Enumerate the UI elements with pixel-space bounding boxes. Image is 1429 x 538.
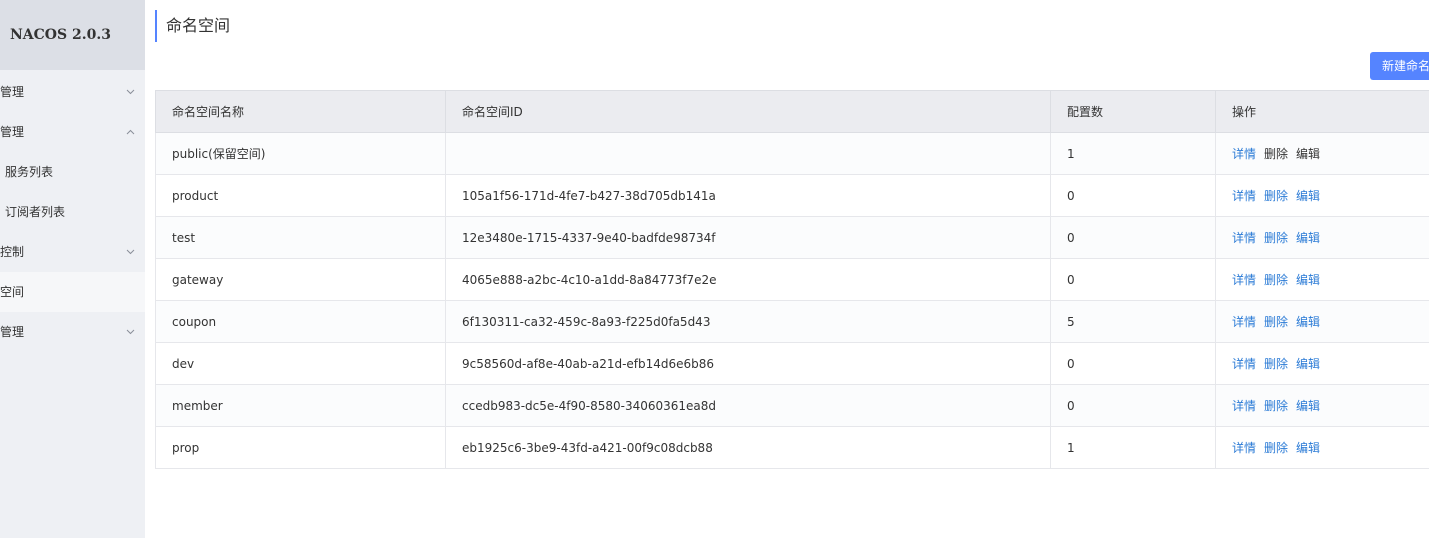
- table-row: test 12e3480e-1715-4337-9e40-badfde98734f…: [155, 216, 1429, 259]
- detail-link[interactable]: 详情: [1232, 189, 1256, 203]
- new-namespace-button[interactable]: 新建命名: [1370, 52, 1429, 80]
- detail-link[interactable]: 详情: [1232, 357, 1256, 371]
- config-count-cell: 0: [1050, 216, 1216, 259]
- namespace-name-cell: gateway: [155, 258, 446, 301]
- table-row: dev 9c58560d-af8e-40ab-a21d-efb14d6e6b86 0…: [155, 342, 1429, 385]
- config-count-cell: 5: [1050, 300, 1216, 343]
- config-count-cell: 0: [1050, 342, 1216, 385]
- edit-link[interactable]: 编辑: [1296, 147, 1320, 161]
- column-header-name: 命名空间名称: [155, 90, 446, 133]
- sidebar-item-access-control[interactable]: 限控制: [0, 232, 145, 272]
- namespace-name-cell: member: [155, 384, 446, 427]
- namespace-id-cell: 105a1f56-171d-4fe7-b427-38d705db141a: [445, 174, 1051, 217]
- delete-link[interactable]: 删除: [1264, 441, 1288, 455]
- config-count-cell: 0: [1050, 258, 1216, 301]
- namespace-id-cell: 9c58560d-af8e-40ab-a21d-efb14d6e6b86: [445, 342, 1051, 385]
- delete-link[interactable]: 删除: [1264, 189, 1288, 203]
- detail-link[interactable]: 详情: [1232, 273, 1256, 287]
- sidebar-item-label: 服务列表: [5, 165, 54, 179]
- namespace-name-cell: public(保留空间): [155, 132, 446, 175]
- column-header-count: 配置数: [1050, 90, 1216, 133]
- sidebar-item-service[interactable]: 务管理: [0, 112, 145, 152]
- namespace-name-cell: coupon: [155, 300, 446, 343]
- table-body: public(保留空间) 1 详情 删除 编辑 product 105a1f56-171d-…: [155, 132, 1429, 469]
- sidebar-item-label: 名空间: [0, 285, 25, 299]
- sidebar-item-label: 限控制: [0, 245, 25, 259]
- actions-cell: 详情 删除 编辑: [1215, 132, 1429, 175]
- page-title: 命名空间: [155, 10, 230, 42]
- delete-link[interactable]: 删除: [1264, 357, 1288, 371]
- namespace-id-cell: [445, 132, 1051, 175]
- namespace-id-cell: 4065e888-a2bc-4c10-a1dd-8a84773f7e2e: [445, 258, 1051, 301]
- config-count-cell: 0: [1050, 174, 1216, 217]
- actions-cell: 详情 删除 编辑: [1215, 216, 1429, 259]
- edit-link[interactable]: 编辑: [1296, 231, 1320, 245]
- table-row: coupon 6f130311-ca32-459c-8a93-f225d0fa5d…: [155, 300, 1429, 343]
- edit-link[interactable]: 编辑: [1296, 273, 1320, 287]
- table-row: member ccedb983-dc5e-4f90-8580-34060361ea…: [155, 384, 1429, 427]
- detail-link[interactable]: 详情: [1232, 231, 1256, 245]
- detail-link[interactable]: 详情: [1232, 441, 1256, 455]
- sidebar-item-label: 群管理: [0, 325, 25, 339]
- namespace-name-cell: product: [155, 174, 446, 217]
- sidebar: NACOS 2.0.3 置管理 务管理 服务列表 订阅者列表 限控制 名空间 群…: [0, 0, 145, 538]
- actions-cell: 详情 删除 编辑: [1215, 300, 1429, 343]
- chevron-down-icon: [126, 72, 135, 112]
- app-logo: NACOS 2.0.3: [0, 0, 145, 70]
- config-count-cell: 1: [1050, 426, 1216, 469]
- table-header-row: 命名空间名称 命名空间ID 配置数 操作: [155, 90, 1429, 133]
- config-count-cell: 0: [1050, 384, 1216, 427]
- delete-link[interactable]: 删除: [1264, 399, 1288, 413]
- namespace-name-cell: dev: [155, 342, 446, 385]
- namespace-id-cell: eb1925c6-3be9-43fd-a421-00f9c08dcb88: [445, 426, 1051, 469]
- namespace-id-cell: 12e3480e-1715-4337-9e40-badfde98734f: [445, 216, 1051, 259]
- edit-link[interactable]: 编辑: [1296, 399, 1320, 413]
- delete-link[interactable]: 删除: [1264, 273, 1288, 287]
- chevron-down-icon: [126, 232, 135, 272]
- config-count-cell: 1: [1050, 132, 1216, 175]
- edit-link[interactable]: 编辑: [1296, 189, 1320, 203]
- namespace-name-cell: test: [155, 216, 446, 259]
- sidebar-item-cluster[interactable]: 群管理: [0, 312, 145, 352]
- sidebar-item-config[interactable]: 置管理: [0, 72, 145, 112]
- sidebar-item-label: 置管理: [0, 85, 25, 99]
- table-row: public(保留空间) 1 详情 删除 编辑: [155, 132, 1429, 175]
- sidebar-item-service-list[interactable]: 服务列表: [0, 152, 145, 192]
- table-row: prop eb1925c6-3be9-43fd-a421-00f9c08dcb88…: [155, 426, 1429, 469]
- actions-cell: 详情 删除 编辑: [1215, 258, 1429, 301]
- actions-cell: 详情 删除 编辑: [1215, 174, 1429, 217]
- edit-link[interactable]: 编辑: [1296, 357, 1320, 371]
- chevron-down-icon: [126, 312, 135, 352]
- table-row: product 105a1f56-171d-4fe7-b427-38d705db1…: [155, 174, 1429, 217]
- detail-link[interactable]: 详情: [1232, 147, 1256, 161]
- detail-link[interactable]: 详情: [1232, 315, 1256, 329]
- delete-link[interactable]: 删除: [1264, 231, 1288, 245]
- table-row: gateway 4065e888-a2bc-4c10-a1dd-8a84773f7…: [155, 258, 1429, 301]
- column-header-id: 命名空间ID: [445, 90, 1051, 133]
- chevron-up-icon: [126, 112, 135, 152]
- sidebar-item-namespace[interactable]: 名空间: [0, 272, 145, 312]
- sidebar-item-subscriber-list[interactable]: 订阅者列表: [0, 192, 145, 232]
- sidebar-item-label: 订阅者列表: [5, 205, 66, 219]
- actions-cell: 详情 删除 编辑: [1215, 426, 1429, 469]
- delete-link[interactable]: 删除: [1264, 147, 1288, 161]
- edit-link[interactable]: 编辑: [1296, 315, 1320, 329]
- actions-cell: 详情 删除 编辑: [1215, 342, 1429, 385]
- edit-link[interactable]: 编辑: [1296, 441, 1320, 455]
- namespace-id-cell: ccedb983-dc5e-4f90-8580-34060361ea8d: [445, 384, 1051, 427]
- column-header-actions: 操作: [1215, 90, 1429, 133]
- namespace-id-cell: 6f130311-ca32-459c-8a93-f225d0fa5d43: [445, 300, 1051, 343]
- sidebar-item-label: 务管理: [0, 125, 25, 139]
- namespace-table: 命名空间名称 命名空间ID 配置数 操作 public(保留空间) 1 详情 删除 编辑…: [155, 90, 1429, 469]
- namespace-name-cell: prop: [155, 426, 446, 469]
- detail-link[interactable]: 详情: [1232, 399, 1256, 413]
- actions-cell: 详情 删除 编辑: [1215, 384, 1429, 427]
- delete-link[interactable]: 删除: [1264, 315, 1288, 329]
- sidebar-menu: 置管理 务管理 服务列表 订阅者列表 限控制 名空间 群管理: [0, 72, 145, 352]
